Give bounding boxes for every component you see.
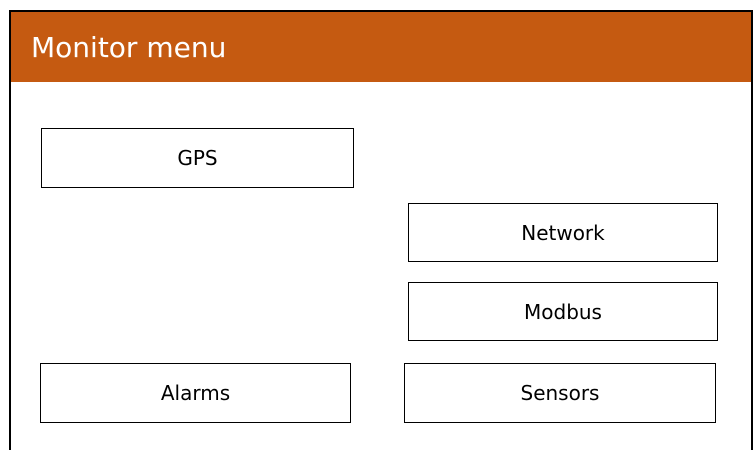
alarms-button-label: Alarms	[160, 381, 231, 405]
sensors-button-label: Sensors	[520, 381, 600, 405]
monitor-menu-panel: Monitor menu GPS Network Modbus Alarms S…	[9, 10, 753, 450]
network-button-label: Network	[521, 220, 605, 245]
header-bar: Monitor menu	[11, 12, 751, 82]
modbus-button-label: Modbus	[524, 299, 602, 324]
modbus-button[interactable]: Modbus	[408, 282, 718, 341]
network-button[interactable]: Network	[408, 203, 718, 262]
gps-button[interactable]: GPS	[41, 128, 354, 188]
alarms-button[interactable]: Alarms	[40, 363, 351, 423]
sensors-button[interactable]: Sensors	[404, 363, 716, 423]
page-title: Monitor menu	[31, 31, 227, 64]
gps-button-label: GPS	[177, 146, 218, 170]
